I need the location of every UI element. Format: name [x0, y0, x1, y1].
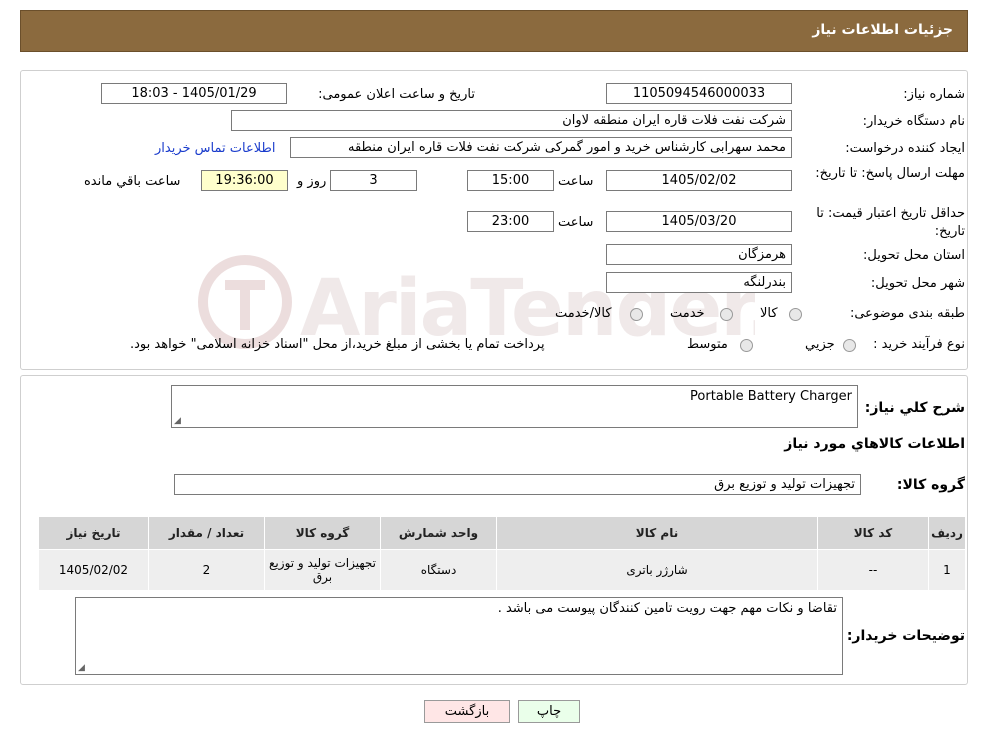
- summary-textarea[interactable]: Portable Battery Charger ◢: [171, 385, 858, 428]
- city-field: بندرلنگه: [606, 272, 792, 293]
- reply-time-label: ساعت: [558, 174, 594, 189]
- purchase-radio-minor[interactable]: [843, 339, 856, 352]
- table-header-row: رديف کد کالا نام کالا واحد شمارش گروه کا…: [38, 516, 966, 550]
- city-label: شهر محل تحویل:: [870, 276, 965, 291]
- purchase-option-medium: متوسط: [687, 337, 728, 352]
- goods-group-field: تجهیزات تولید و توزیع برق: [174, 474, 861, 495]
- back-button[interactable]: بازگشت: [424, 700, 510, 723]
- buyer-notes-textarea[interactable]: تقاضا و نکات مهم جهت رویت تامین کنندگان …: [75, 597, 843, 675]
- col-header-need-date: تاریخ نیاز: [38, 516, 149, 550]
- announce-datetime-field: 1405/01/29 - 18:03: [101, 83, 287, 104]
- category-radio-service[interactable]: [720, 308, 733, 321]
- reply-deadline-label: مهلت ارسال پاسخ: تا تاریخ:: [815, 166, 965, 181]
- category-label: طبقه بندی موضوعی:: [849, 306, 965, 321]
- price-validity-time-field: 23:00: [467, 211, 554, 232]
- province-label: استان محل تحویل:: [863, 248, 965, 263]
- creator-field: محمد سهرابی کارشناس خرید و امور گمرکی شر…: [290, 137, 792, 158]
- table-row: 1 -- شارژر باتری دستگاه تجهیزات تولید و …: [38, 549, 966, 591]
- page-header: جزئیات اطلاعات نیاز: [20, 10, 968, 52]
- days-label: روز و: [297, 174, 327, 189]
- cell-need-date: 1405/02/02: [38, 549, 149, 591]
- remaining-time-label: ساعت باقي مانده: [84, 174, 181, 189]
- buyer-contact-link[interactable]: اطلاعات تماس خریدار: [155, 141, 275, 156]
- buyer-org-label: نام دستگاه خریدار:: [862, 114, 965, 129]
- category-option-goods: کالا: [760, 306, 778, 321]
- summary-label: شرح کلي نياز:: [864, 400, 965, 416]
- need-number-label: شماره نیاز:: [903, 87, 965, 102]
- cell-row-number: 1: [928, 549, 966, 591]
- page-title: جزئیات اطلاعات نیاز: [812, 22, 953, 38]
- col-header-unit: واحد شمارش: [380, 516, 497, 550]
- announce-datetime-label: تاریخ و ساعت اعلان عمومی:: [318, 87, 475, 102]
- purchase-option-minor: جزيي: [805, 337, 835, 352]
- buyer-org-field: شرکت نفت فلات قاره ایران منطقه لاوان: [231, 110, 792, 131]
- cell-quantity: 2: [148, 549, 265, 591]
- buyer-notes-label: توضيحات خريدار:: [846, 628, 965, 644]
- col-header-name: نام کالا: [496, 516, 818, 550]
- creator-label: ایجاد کننده درخواست:: [845, 141, 965, 156]
- category-radio-goods[interactable]: [789, 308, 802, 321]
- category-option-goods-service: کالا/خدمت: [555, 306, 612, 321]
- category-option-service: خدمت: [670, 306, 705, 321]
- cell-group: تجهیزات تولید و توزیع برق: [264, 549, 381, 591]
- purchase-type-label: نوع فرآیند خرید :: [873, 337, 965, 352]
- items-table: رديف کد کالا نام کالا واحد شمارش گروه کا…: [38, 516, 966, 591]
- items-section-title: اطلاعات کالاهاي مورد نياز: [784, 436, 965, 452]
- summary-text: Portable Battery Charger: [690, 389, 852, 404]
- reply-time-field: 15:00: [467, 170, 554, 191]
- category-radio-goods-service[interactable]: [630, 308, 643, 321]
- col-header-code: کد کالا: [817, 516, 929, 550]
- cell-name: شارژر باتری: [496, 549, 818, 591]
- price-validity-date-field: 1405/03/20: [606, 211, 792, 232]
- col-header-row-number: رديف: [928, 516, 966, 550]
- goods-group-label: گروه کالا:: [896, 477, 965, 493]
- col-header-quantity: تعداد / مقدار: [148, 516, 265, 550]
- reply-date-field: 1405/02/02: [606, 170, 792, 191]
- cell-code: --: [817, 549, 929, 591]
- province-field: هرمزگان: [606, 244, 792, 265]
- print-button[interactable]: چاپ: [518, 700, 580, 723]
- buyer-notes-text: تقاضا و نکات مهم جهت رویت تامین کنندگان …: [497, 601, 837, 616]
- col-header-group: گروه کالا: [264, 516, 381, 550]
- price-validity-time-label: ساعت: [558, 215, 594, 230]
- purchase-note: پرداخت تمام یا بخشی از مبلغ خرید،از محل …: [130, 337, 545, 352]
- price-validity-label: حداقل تاریخ اعتبار قیمت: تا تاریخ:: [816, 206, 965, 239]
- resize-grip-icon[interactable]: ◢: [174, 416, 181, 426]
- resize-grip-icon[interactable]: ◢: [78, 663, 85, 673]
- need-number-field: 1105094546000033: [606, 83, 792, 104]
- purchase-radio-medium[interactable]: [740, 339, 753, 352]
- remaining-time-field: 19:36:00: [201, 170, 288, 191]
- remaining-days-field: 3: [330, 170, 417, 191]
- cell-unit: دستگاه: [380, 549, 497, 591]
